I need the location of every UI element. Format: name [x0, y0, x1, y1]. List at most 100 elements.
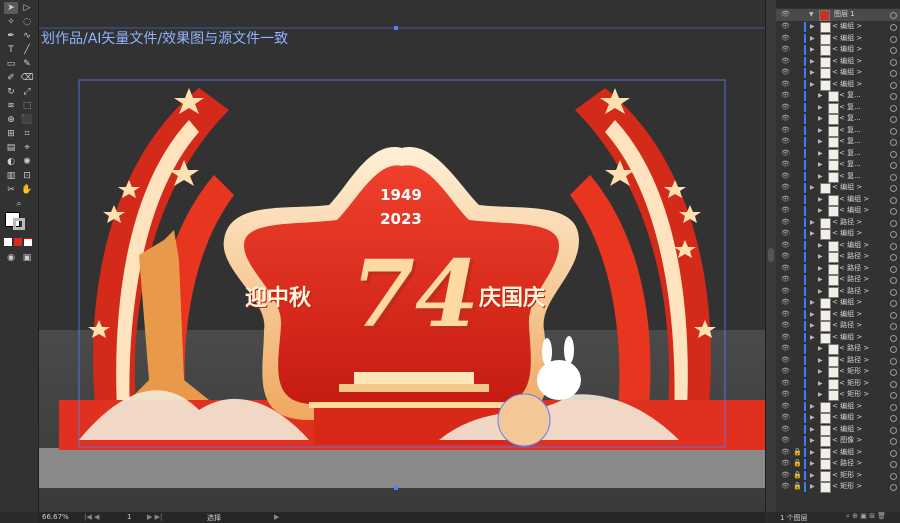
- layer-row[interactable]: 👁 🔒 ▶ < 矩形 >: [776, 470, 900, 482]
- layer-row[interactable]: 👁 ▶ < 路径 >: [776, 217, 900, 229]
- target-circle-icon[interactable]: [890, 162, 897, 169]
- layer-row[interactable]: 👁 ▶ < 编组 >: [776, 228, 900, 240]
- visibility-eye-icon[interactable]: 👁: [781, 21, 790, 33]
- target-circle-icon[interactable]: [890, 323, 897, 330]
- target-circle-icon[interactable]: [890, 484, 897, 491]
- expand-triangle-icon[interactable]: ▶: [818, 263, 823, 275]
- visibility-eye-icon[interactable]: 👁: [781, 56, 790, 68]
- visibility-eye-icon[interactable]: 👁: [781, 205, 790, 217]
- visibility-eye-icon[interactable]: 👁: [781, 194, 790, 206]
- lock-icon[interactable]: 🔒: [793, 458, 802, 470]
- expand-triangle-icon[interactable]: ▶: [810, 424, 815, 436]
- expand-triangle-icon[interactable]: ▶: [818, 378, 823, 390]
- layer-row[interactable]: 👁 ▶ < 复...: [776, 113, 900, 125]
- magic-wand-tool-icon[interactable]: ✧: [4, 16, 18, 28]
- live-paint-tool-icon[interactable]: ⬛: [20, 114, 34, 126]
- layer-row[interactable]: 👁 ▶ < 复...: [776, 136, 900, 148]
- visibility-eye-icon[interactable]: 👁: [781, 401, 790, 413]
- target-circle-icon[interactable]: [890, 185, 897, 192]
- column-graph-tool-icon[interactable]: ▥: [4, 170, 18, 182]
- scale-tool-icon[interactable]: ⤢: [20, 86, 34, 98]
- expand-triangle-icon[interactable]: ▶: [818, 366, 823, 378]
- expand-triangle-icon[interactable]: ▶: [810, 412, 815, 424]
- target-circle-icon[interactable]: [890, 47, 897, 54]
- blend-tool-icon[interactable]: ◐: [4, 156, 18, 168]
- target-circle-icon[interactable]: [890, 173, 897, 181]
- visibility-eye-icon[interactable]: 👁: [781, 228, 790, 240]
- expand-triangle-icon[interactable]: ▶: [818, 171, 823, 183]
- layer-row[interactable]: 👁 ▶ < 路径 >: [776, 286, 900, 298]
- visibility-eye-icon[interactable]: 👁: [781, 435, 790, 447]
- target-circle-icon[interactable]: [890, 219, 897, 227]
- draw-mode-icon[interactable]: ◉: [4, 252, 18, 264]
- expand-triangle-icon[interactable]: ▶: [810, 401, 815, 413]
- document-canvas[interactable]: 划作品/AI矢量文件/效果图与源文件一致 1949 2023 迎中秋 庆国庆 7…: [39, 0, 765, 512]
- expand-triangle-icon[interactable]: ▶: [818, 113, 823, 125]
- zoom-level[interactable]: 66.67%: [42, 513, 69, 521]
- target-circle-icon[interactable]: [890, 380, 897, 388]
- panel-actions-icons[interactable]: ⌕ ⊕ ▣ ⊞ 🗑: [846, 512, 886, 521]
- target-circle-icon[interactable]: [890, 346, 897, 353]
- expand-triangle-icon[interactable]: ▶: [810, 33, 815, 45]
- layer-row[interactable]: 👁 🔒 ▶ < 编组 >: [776, 447, 900, 459]
- visibility-eye-icon[interactable]: 👁: [781, 378, 790, 390]
- visibility-eye-icon[interactable]: 👁: [781, 355, 790, 367]
- target-circle-icon[interactable]: [890, 288, 897, 296]
- layer-row[interactable]: 👁 ▶ < 编组 >: [776, 182, 900, 194]
- target-circle-icon[interactable]: [890, 104, 897, 112]
- layer-row[interactable]: 👁 ▶ < 复...: [776, 171, 900, 183]
- warp-tool-icon[interactable]: ≋: [4, 100, 18, 112]
- layer-row[interactable]: 👁 ▶ < 编组 >: [776, 309, 900, 321]
- selection-tool-icon[interactable]: ➤: [4, 2, 18, 14]
- target-circle-icon[interactable]: [890, 12, 897, 19]
- visibility-eye-icon[interactable]: 👁: [781, 481, 790, 493]
- target-circle-icon[interactable]: [890, 208, 897, 215]
- artboard-tool-icon[interactable]: ⊡: [20, 170, 34, 182]
- visibility-eye-icon[interactable]: 👁: [781, 447, 790, 459]
- target-circle-icon[interactable]: [890, 242, 897, 250]
- layer-row[interactable]: 👁 ▶ < 路径 >: [776, 274, 900, 286]
- visibility-eye-icon[interactable]: 👁: [781, 389, 790, 401]
- expand-triangle-icon[interactable]: ▶: [810, 182, 815, 194]
- expand-triangle-icon[interactable]: ▶: [818, 240, 823, 252]
- target-circle-icon[interactable]: [890, 357, 897, 365]
- mesh-tool-icon[interactable]: ⌗: [20, 128, 34, 140]
- visibility-eye-icon[interactable]: 👁: [781, 182, 790, 194]
- visibility-eye-icon[interactable]: 👁: [781, 424, 790, 436]
- layer-row[interactable]: 👁 ▶ < 路径 >: [776, 263, 900, 275]
- layer-row[interactable]: 👁 ▶ < 编组 >: [776, 205, 900, 217]
- layer-row[interactable]: 👁 ▶ < 路径 >: [776, 355, 900, 367]
- hand-tool-icon[interactable]: ✋: [20, 184, 34, 196]
- expand-triangle-icon[interactable]: ▶: [818, 389, 823, 401]
- expand-triangle-icon[interactable]: ▶: [810, 320, 815, 332]
- visibility-eye-icon[interactable]: 👁: [781, 90, 790, 102]
- visibility-eye-icon[interactable]: 👁: [781, 274, 790, 286]
- target-circle-icon[interactable]: [890, 70, 897, 77]
- layer-row[interactable]: 👁 🔒 ▶ < 路径 >: [776, 458, 900, 470]
- layer-row[interactable]: 👁 ▶ < 编组 >: [776, 56, 900, 68]
- visibility-eye-icon[interactable]: 👁: [781, 332, 790, 344]
- target-circle-icon[interactable]: [890, 300, 897, 307]
- lock-icon[interactable]: 🔒: [793, 447, 802, 459]
- screen-mode-icon[interactable]: ▣: [20, 252, 34, 264]
- target-circle-icon[interactable]: [890, 116, 897, 123]
- expand-triangle-icon[interactable]: ▶: [818, 136, 823, 148]
- target-circle-icon[interactable]: [890, 438, 897, 445]
- expand-triangle-icon[interactable]: ▶: [818, 159, 823, 171]
- visibility-eye-icon[interactable]: 👁: [781, 286, 790, 298]
- target-circle-icon[interactable]: [890, 334, 897, 342]
- expand-triangle-icon[interactable]: ▶: [818, 125, 823, 137]
- expand-triangle-icon[interactable]: ▶: [810, 67, 815, 79]
- page-number[interactable]: 1: [127, 513, 131, 521]
- expand-triangle-icon[interactable]: ▶: [810, 481, 815, 493]
- layer-row[interactable]: 👁 ▶ < 编组 >: [776, 332, 900, 344]
- target-circle-icon[interactable]: [890, 150, 897, 158]
- layer-row[interactable]: 👁 ▶ < 复...: [776, 90, 900, 102]
- scroll-thumb[interactable]: [768, 248, 774, 262]
- visibility-eye-icon[interactable]: 👁: [781, 9, 790, 21]
- color-mode-buttons[interactable]: [4, 238, 34, 247]
- expand-triangle-icon[interactable]: ▶: [810, 297, 815, 309]
- perspective-grid-tool-icon[interactable]: ⊞: [4, 128, 18, 140]
- expand-triangle-icon[interactable]: ▶: [818, 274, 823, 286]
- expand-triangle-icon[interactable]: ▶: [810, 309, 815, 321]
